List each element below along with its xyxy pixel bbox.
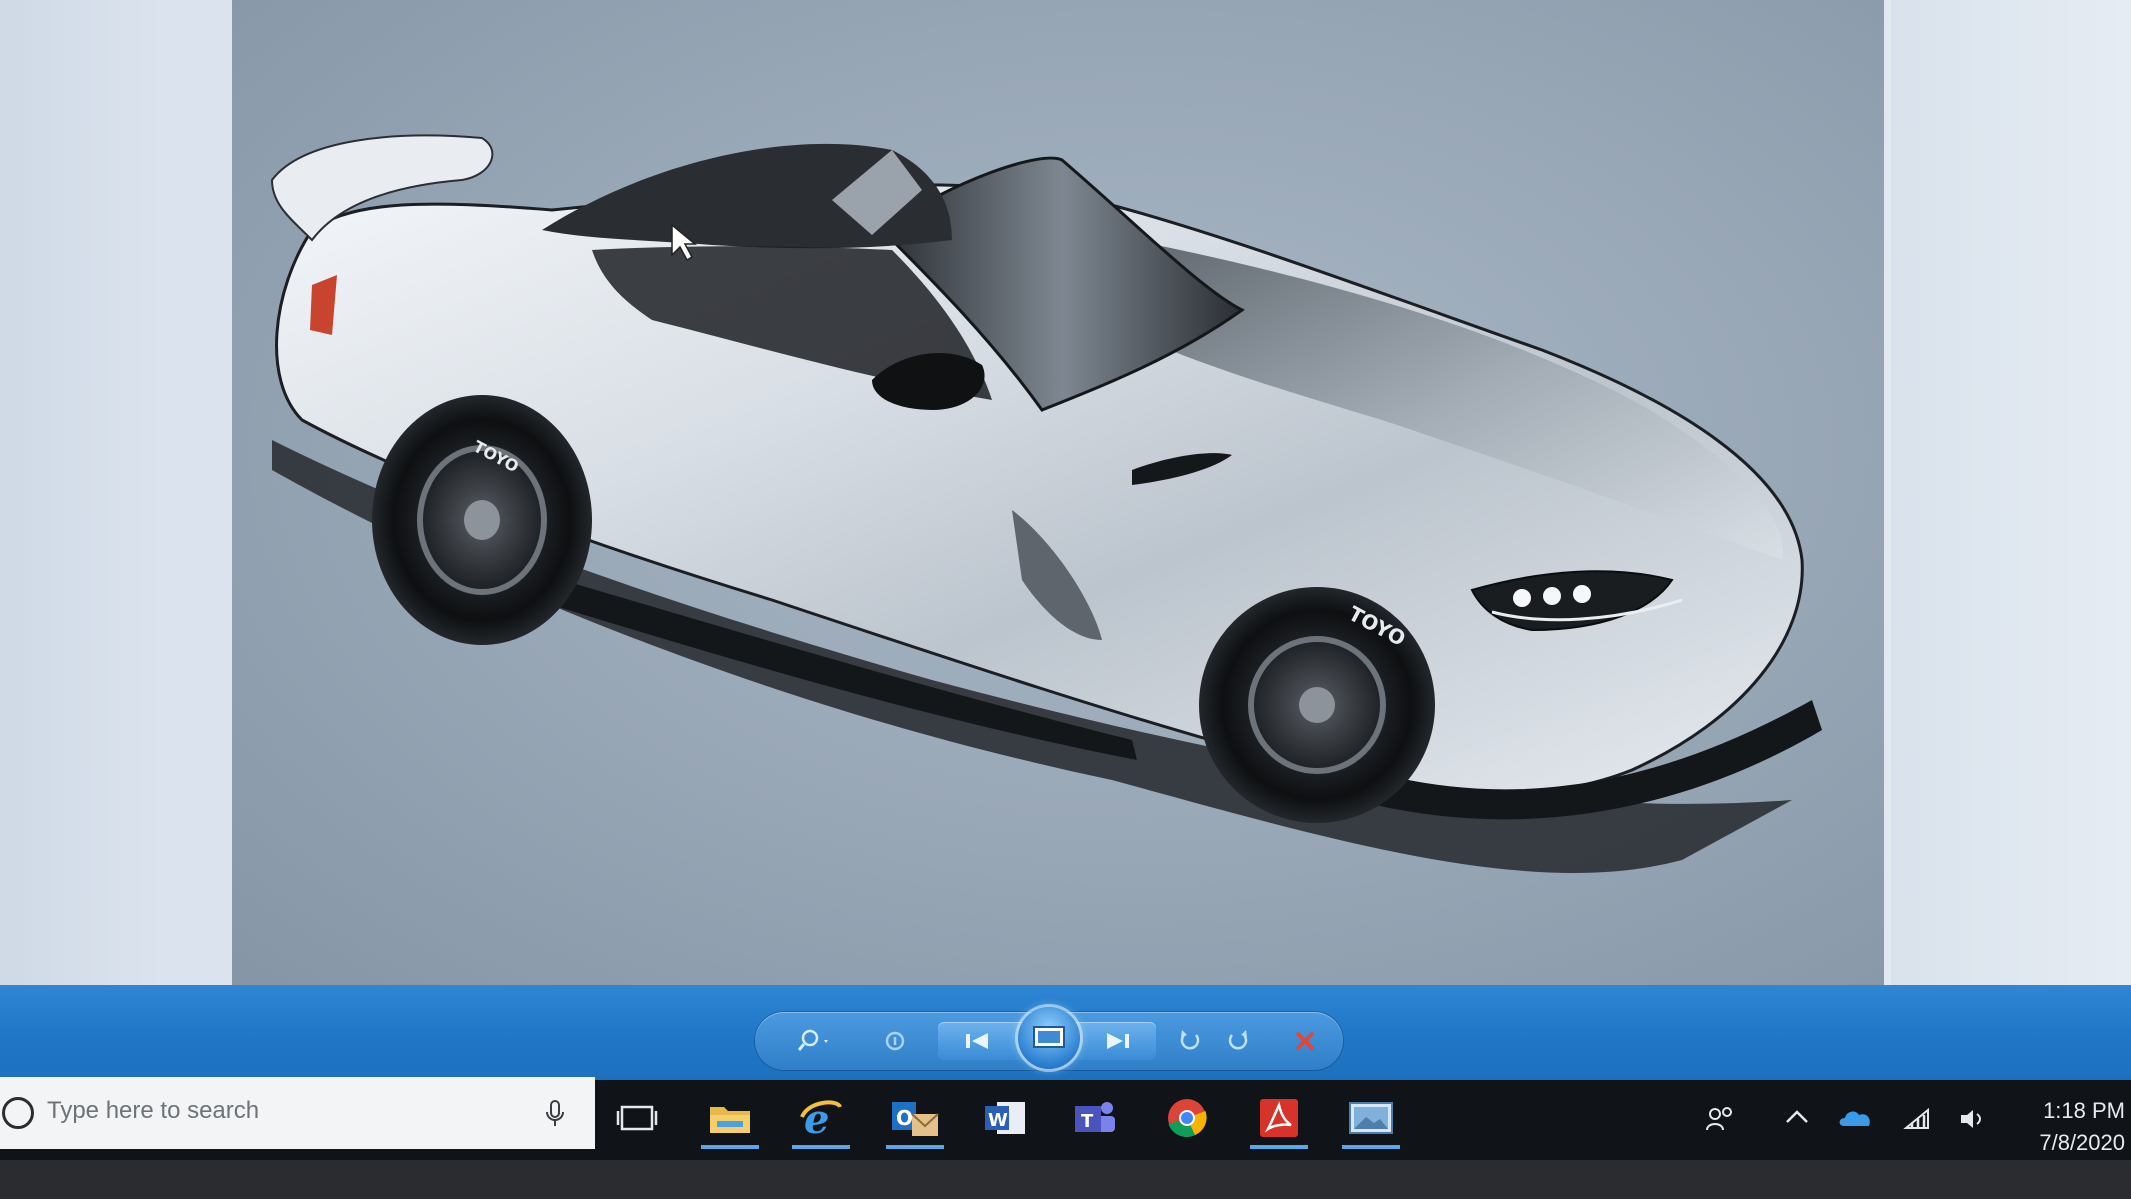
next-icon (1107, 1033, 1129, 1049)
people-icon[interactable] (1705, 1106, 1735, 1138)
actual-size-button[interactable] (875, 1022, 915, 1060)
task-view-button[interactable] (602, 1090, 672, 1146)
zoom-button[interactable] (790, 1022, 840, 1060)
delete-icon (1295, 1031, 1315, 1051)
car-render-illustration: TOYO TOYO (270, 134, 1822, 873)
svg-text:W: W (988, 1110, 1008, 1131)
previous-icon (966, 1033, 988, 1049)
rotate-cw-icon (1228, 1030, 1248, 1050)
word-icon: W (985, 1102, 1025, 1134)
front-wheel (1199, 587, 1435, 823)
chrome-icon (1168, 1099, 1207, 1137)
previous-button[interactable] (950, 1022, 1010, 1060)
taskbar-search-box[interactable]: Type here to search (0, 1077, 595, 1149)
wifi-icon[interactable] (1902, 1106, 1932, 1136)
taskbar-acrobat[interactable] (1244, 1090, 1314, 1149)
search-placeholder: Type here to search (47, 1097, 260, 1124)
onedrive-icon[interactable] (1838, 1106, 1874, 1134)
actual-size-icon (885, 1031, 905, 1051)
acrobat-icon (1260, 1099, 1298, 1137)
photo-viewer-icon (1349, 1102, 1393, 1134)
taskbar-teams[interactable]: T (1060, 1090, 1130, 1146)
ie-icon: e (800, 1096, 842, 1141)
rear-wheel (372, 395, 592, 645)
chevron-up-icon[interactable] (1784, 1106, 1810, 1132)
slideshow-icon (1033, 1026, 1065, 1048)
task-view-icon (616, 1105, 658, 1131)
svg-text:O: O (896, 1106, 913, 1130)
clock-time: 1:18 PM (2043, 1098, 2125, 1123)
rotate-clockwise-button[interactable] (1218, 1022, 1258, 1060)
taskbar-clock[interactable]: 1:18 PM 7/8/2020 (2010, 1095, 2125, 1159)
volume-icon[interactable] (1958, 1106, 1988, 1136)
taskbar-chrome[interactable] (1152, 1090, 1222, 1146)
cortana-icon (2, 1097, 34, 1129)
next-button[interactable] (1085, 1022, 1145, 1060)
taskbar-photo-viewer[interactable] (1336, 1090, 1406, 1149)
taskbar-word[interactable]: W (970, 1090, 1040, 1146)
taskbar-outlook[interactable]: O (880, 1090, 950, 1149)
screen-bezel (0, 1160, 2131, 1199)
slideshow-button[interactable] (1018, 1007, 1080, 1069)
svg-text:T: T (1081, 1111, 1094, 1132)
delete-button[interactable] (1285, 1022, 1325, 1060)
taskbar-internet-explorer[interactable]: e (786, 1090, 856, 1149)
taskbar-file-explorer[interactable] (695, 1090, 765, 1149)
magnifier-icon (798, 1029, 828, 1051)
clock-date: 7/8/2020 (2039, 1130, 2125, 1155)
rotate-ccw-icon (1180, 1030, 1200, 1050)
folder-icon (710, 1107, 750, 1133)
car-image: TOYO TOYO (232, 0, 1884, 995)
teams-icon: T (1075, 1102, 1115, 1132)
outlook-icon: O (892, 1102, 939, 1136)
rotate-counterclockwise-button[interactable] (1170, 1022, 1210, 1060)
microphone-icon[interactable] (544, 1099, 566, 1129)
